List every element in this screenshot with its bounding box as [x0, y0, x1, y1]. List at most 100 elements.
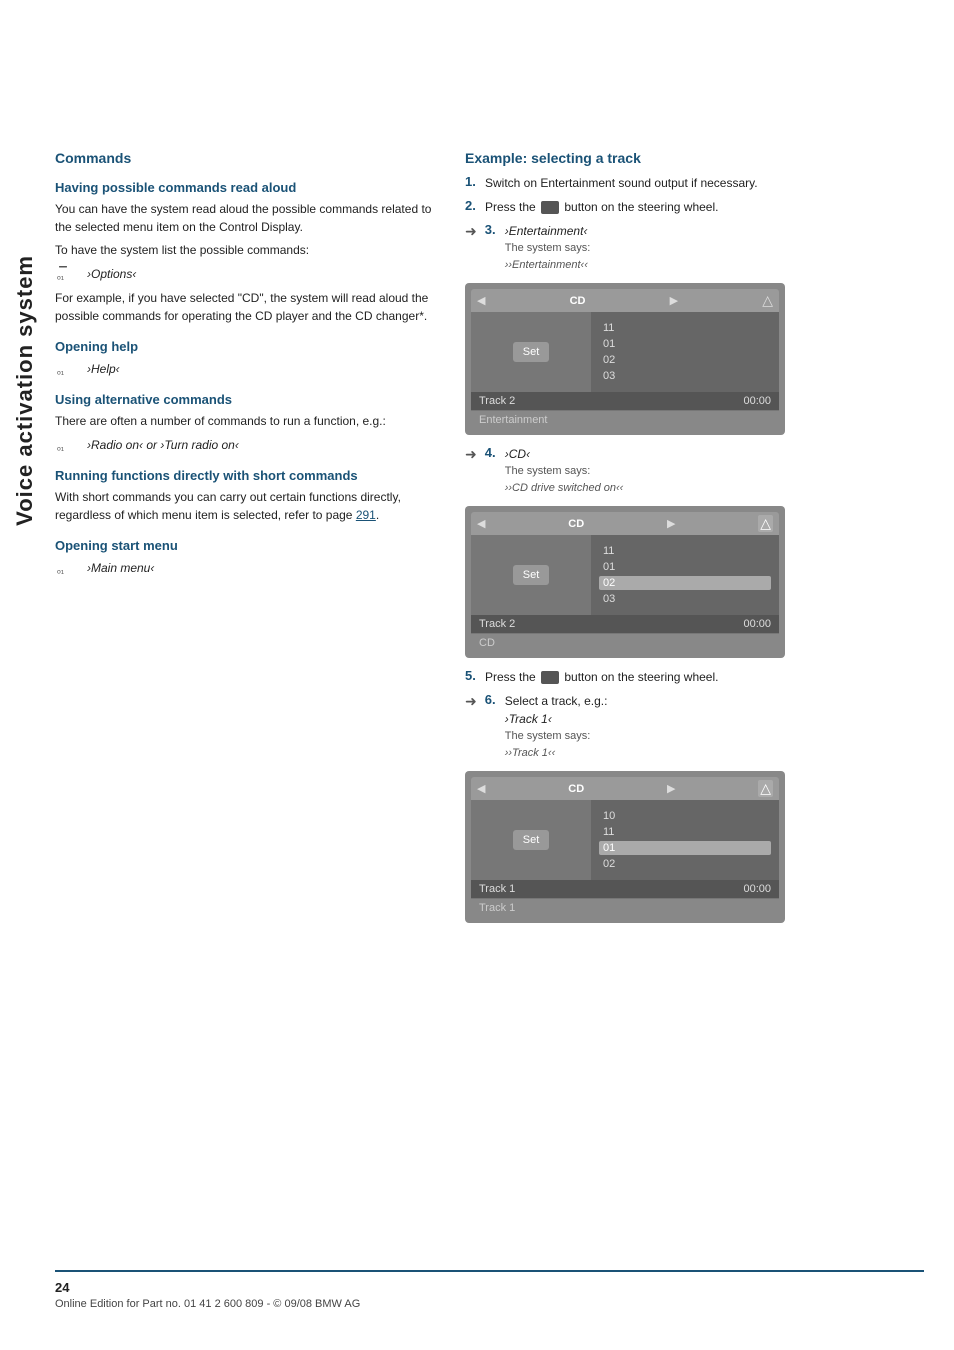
body-text-alternative: There are often a number of commands to …	[55, 412, 435, 430]
sub-heading-short-commands: Running functions directly with short co…	[55, 468, 435, 483]
screen-2-left-arrow: ◀	[477, 517, 485, 530]
screen-3-track-label: Track 1	[479, 883, 515, 895]
right-heading: Example: selecting a track	[465, 150, 935, 166]
step-1-num: 1.	[465, 174, 481, 189]
screen-2-set-area: Set	[471, 535, 591, 615]
sub-heading-having-commands: Having possible commands read aloud	[55, 180, 435, 195]
s2-track-01: 01	[599, 560, 771, 574]
screen-2-set-btn: Set	[513, 565, 550, 585]
screen-3-body: Set 10 11 01 02	[471, 800, 779, 880]
footer: 24 Online Edition for Part no. 01 41 2 6…	[55, 1270, 924, 1310]
step-4: ➜ 4. ›CD‹ The system says: ››CD drive sw…	[465, 445, 935, 496]
cmd-text-main-menu: ›Main menu‹	[87, 561, 154, 575]
screen-2-right-arrow: ▶	[667, 517, 675, 530]
step-3-content: ›Entertainment‹ The system says: ››Enter…	[505, 222, 591, 273]
main-heading: Commands	[55, 150, 435, 166]
screen-3-label-bar: Track 1	[471, 898, 779, 917]
sub-heading-opening-help: Opening help	[55, 339, 435, 354]
step-2-num: 2.	[465, 198, 481, 213]
screen-2-corner-icon: △	[758, 515, 773, 532]
step-6-content: Select a track, e.g.: ›Track 1‹ The syst…	[505, 692, 608, 761]
step-1-text: Switch on Entertainment sound output if …	[485, 174, 758, 192]
track-03: 03	[599, 369, 771, 383]
screen-2-bottom-bar: Track 2 00:00	[471, 615, 779, 633]
step-1: 1. Switch on Entertainment sound output …	[465, 174, 935, 192]
s3-track-11: 11	[599, 825, 771, 839]
step-2: 2. Press the button on the steering whee…	[465, 198, 935, 216]
left-column: Commands Having possible commands read a…	[55, 150, 435, 933]
screen-3-right-arrow: ▶	[667, 782, 675, 795]
screen-3-title: CD	[568, 783, 584, 795]
screen-1-time: 00:00	[743, 395, 771, 407]
screen-3-set-btn: Set	[513, 830, 550, 850]
step-5-text: Press the button on the steering wheel.	[485, 668, 718, 686]
sub-heading-alternative: Using alternative commands	[55, 392, 435, 407]
screen-3-top-bar: ◀ CD ▶ △	[471, 777, 779, 800]
s3-track-01-highlighted: 01	[599, 841, 771, 855]
footer-text: Online Edition for Part no. 01 41 2 600 …	[55, 1298, 924, 1310]
screen-1-track-label: Track 2	[479, 395, 515, 407]
screen-2-label-bar: CD	[471, 633, 779, 652]
cmd-text-help: ›Help‹	[87, 362, 120, 376]
step-6-num: 6.	[485, 692, 501, 707]
sidebar-label: Voice activation system	[0, 180, 50, 600]
screen-1-top-bar: ◀ CD ▶ △	[471, 289, 779, 312]
cmd-line-radio: ₒ₁ ›Radio on‹ or ›Turn radio on‹	[55, 436, 435, 454]
step-2-text: Press the button on the steering wheel.	[485, 198, 718, 216]
mic-icon-2: ₒ₁	[55, 360, 81, 378]
screen-3-time: 00:00	[743, 883, 771, 895]
screen-2-track-label: Track 2	[479, 618, 515, 630]
steering-btn-icon-2	[541, 671, 559, 684]
screen-2-tracks: 11 01 02 03	[591, 535, 779, 615]
screen-1-set-area: Set	[471, 312, 591, 392]
cmd-text-radio: ›Radio on‹ or ›Turn radio on‹	[87, 438, 239, 452]
cmd-line-help: ₒ₁ ›Help‹	[55, 360, 435, 378]
track-11: 11	[599, 321, 771, 335]
screen-3-bottom-bar: Track 1 00:00	[471, 880, 779, 898]
s2-track-11: 11	[599, 544, 771, 558]
mic-icon-4: ₒ₁	[55, 559, 81, 577]
screen-2-time: 00:00	[743, 618, 771, 630]
sub-heading-start-menu: Opening start menu	[55, 538, 435, 553]
s3-track-10: 10	[599, 809, 771, 823]
cmd-text-options: ›Options‹	[87, 267, 136, 281]
step-4-content: ›CD‹ The system says: ››CD drive switche…	[505, 445, 624, 496]
svg-text:ₒ₁: ₒ₁	[57, 442, 65, 453]
screen-2: ◀ CD ▶ △ Set 11 01 02 03 Track 2 00:00	[465, 506, 785, 658]
step-6: ➜ 6. Select a track, e.g.: ›Track 1‹ The…	[465, 692, 935, 761]
footer-page-num: 24	[55, 1280, 924, 1295]
right-column: Example: selecting a track 1. Switch on …	[465, 150, 935, 933]
svg-text:ₒ₁: ₒ₁	[57, 366, 65, 377]
screen-1-title: CD	[570, 295, 586, 307]
step-3: ➜ 3. ›Entertainment‹ The system says: ››…	[465, 222, 935, 273]
mic-icon-3: ₒ₁	[55, 436, 81, 454]
track-01: 01	[599, 337, 771, 351]
screen-3-set-area: Set	[471, 800, 591, 880]
steering-btn-icon-1	[541, 201, 559, 214]
screen-1-tracks: 11 01 02 03	[591, 312, 779, 392]
screen-1-right-arrow: ▶	[670, 294, 678, 307]
step-3-arrow-icon: ➜	[465, 223, 477, 240]
body-text-3: For example, if you have selected "CD", …	[55, 289, 435, 325]
screen-2-title: CD	[568, 518, 584, 530]
mic-icon-1: ₒ₁	[55, 265, 81, 283]
track-02: 02	[599, 353, 771, 367]
step-6-arrow-icon: ➜	[465, 693, 477, 710]
step-3-num: 3.	[485, 222, 501, 237]
screen-1-left-arrow: ◀	[477, 294, 485, 307]
cmd-line-options: ₒ₁ ›Options‹	[55, 265, 435, 283]
screen-1: ◀ CD ▶ △ Set 11 01 02 03 Track 2 00:00	[465, 283, 785, 435]
svg-text:ₒ₁: ₒ₁	[57, 565, 65, 576]
screen-1-label-bar: Entertainment	[471, 410, 779, 429]
screen-3-left-arrow: ◀	[477, 782, 485, 795]
step-4-arrow-icon: ➜	[465, 446, 477, 463]
svg-text:ₒ₁: ₒ₁	[57, 271, 65, 282]
step-4-num: 4.	[485, 445, 501, 460]
screen-2-body: Set 11 01 02 03	[471, 535, 779, 615]
screen-3: ◀ CD ▶ △ Set 10 11 01 02 Track 1 00:00	[465, 771, 785, 923]
screen-2-top-bar: ◀ CD ▶ △	[471, 512, 779, 535]
body-text-1: You can have the system read aloud the p…	[55, 200, 435, 236]
screen-1-set-btn: Set	[513, 342, 550, 362]
s2-track-02-highlighted: 02	[599, 576, 771, 590]
page-link-291[interactable]: 291	[356, 508, 376, 522]
